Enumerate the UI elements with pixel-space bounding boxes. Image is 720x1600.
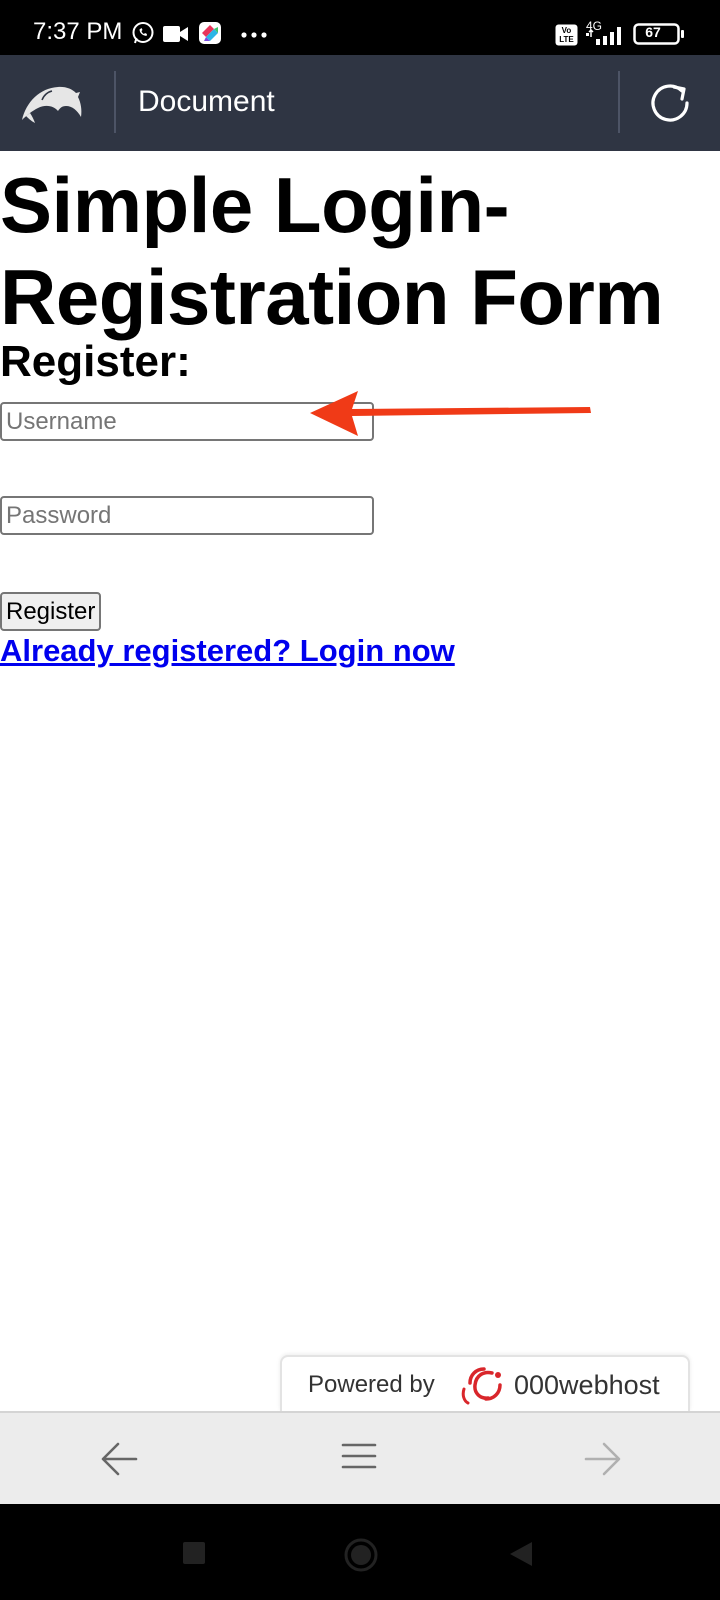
page-title-label[interactable]: Document [138,84,275,120]
recents-icon[interactable] [182,1541,206,1565]
svg-text:LTE: LTE [559,35,574,44]
system-nav-bar [0,1504,720,1600]
browser-toolbar: Document [0,55,720,151]
battery-level: 67 [645,24,661,40]
back-arrow-icon[interactable] [100,1439,140,1479]
browser-bottom-nav [0,1411,720,1504]
login-link[interactable]: Already registered? Login now [0,631,455,671]
whatsapp-icon [132,22,154,44]
000webhost-logo-icon [461,1367,502,1405]
page-content: Simple Login-Registration Form Register:… [0,151,720,1411]
screen: 7:37 PM Vo LTE 4G 67 Document Simple Log… [0,0,720,1600]
signal-icon [586,27,621,45]
toolbar-divider [618,71,620,133]
reload-icon[interactable] [648,81,692,125]
powered-by-label: Powered by [308,1371,435,1398]
home-icon[interactable] [343,1537,379,1573]
password-input[interactable] [0,496,374,535]
status-bar: 7:37 PM Vo LTE 4G 67 [0,0,720,55]
powered-by-badge[interactable]: Powered by 000webhost [280,1355,690,1411]
forward-arrow-icon[interactable] [582,1439,622,1479]
video-camera-icon [163,26,188,42]
red-arrow-icon [310,391,591,436]
webhost-brand-label: 000webhost [514,1370,660,1400]
toolbar-divider [114,71,116,133]
status-time: 7:37 PM [33,18,123,45]
menu-icon[interactable] [341,1441,377,1471]
volte-icon: Vo LTE [555,24,578,46]
back-triangle-icon[interactable] [508,1540,534,1568]
svg-text:Vo: Vo [562,26,572,35]
app-icon [199,22,221,44]
page-heading: Simple Login-Registration Form [0,161,664,341]
more-dots-icon [241,32,267,38]
register-button[interactable]: Register [0,592,102,631]
register-heading: Register: [0,337,191,386]
dolphin-logo-icon[interactable] [20,80,84,124]
